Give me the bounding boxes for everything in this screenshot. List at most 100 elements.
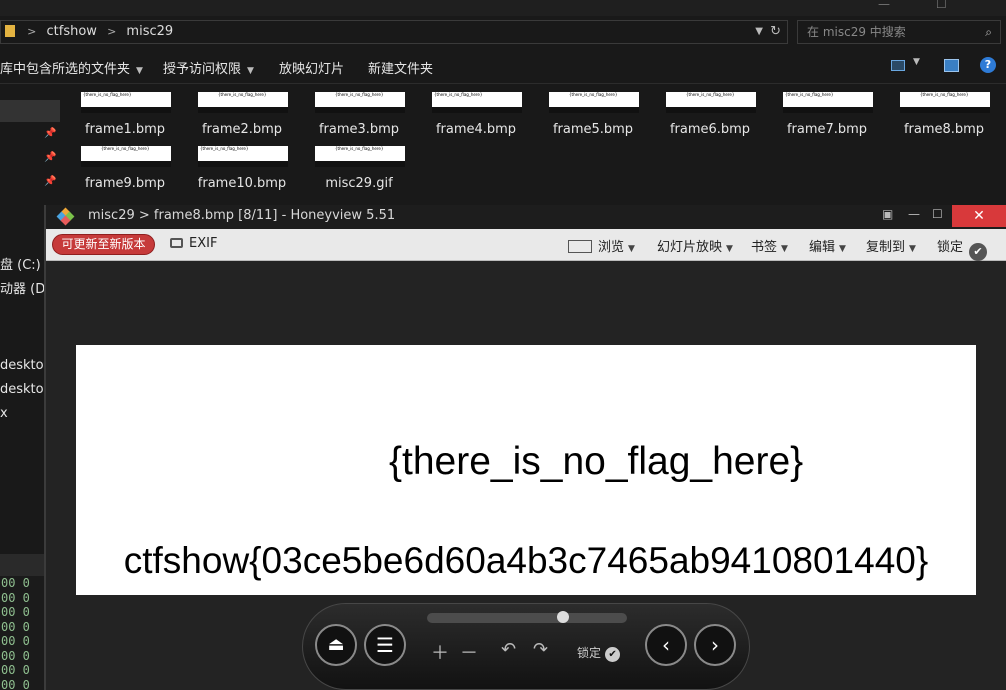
- nav-item-x[interactable]: x: [0, 406, 8, 421]
- file-item[interactable]: {there_is_no_flag_here} frame10.bmp: [177, 138, 294, 191]
- hex-line: 00 0: [1, 634, 30, 648]
- file-item[interactable]: {there_is_no_flag_here} frame1.bmp: [60, 84, 177, 137]
- rotate-left-icon[interactable]: ↶: [501, 639, 516, 660]
- file-thumbnail: {there_is_no_flag_here}: [432, 92, 522, 113]
- minimize-icon[interactable]: —: [908, 207, 920, 221]
- nav-selected-item[interactable]: [0, 100, 60, 122]
- file-thumbnail: {there_is_no_flag_here}: [315, 146, 405, 167]
- menu-button[interactable]: ☰: [364, 624, 406, 666]
- thumbnail-text: {there_is_no_flag_here}: [920, 92, 969, 97]
- slideshow-menu-label: 幻灯片放映: [657, 240, 723, 255]
- thumbnail-text: {there_is_no_flag_here}: [785, 92, 834, 97]
- chevron-down-icon[interactable]: ▼: [913, 57, 920, 67]
- zoom-in-icon[interactable]: ＋: [431, 639, 449, 665]
- file-name: frame6.bmp: [669, 122, 751, 137]
- refresh-icon[interactable]: ↻: [770, 21, 781, 43]
- chevron-down-icon: ▼: [839, 244, 846, 254]
- previous-button[interactable]: ‹: [645, 624, 687, 666]
- slideshow-button[interactable]: 放映幻灯片: [279, 58, 344, 77]
- help-icon[interactable]: ?: [980, 57, 996, 73]
- update-button[interactable]: 可更新至新版本: [52, 234, 155, 255]
- hex-line: 00 0: [1, 648, 30, 663]
- preview-pane-icon[interactable]: [944, 59, 959, 72]
- thumbnail-text: {there_is_no_flag_here}: [569, 92, 618, 97]
- breadcrumb-misc29[interactable]: misc29: [126, 21, 173, 43]
- thumbnail-text: {there_is_no_flag_here}: [218, 92, 267, 97]
- edit-label: 编辑: [809, 240, 836, 255]
- chevron-right-icon: >: [27, 25, 37, 38]
- file-item[interactable]: {there_is_no_flag_here} frame7.bmp: [762, 84, 879, 137]
- bottom-lock-label: 锁定: [577, 646, 602, 660]
- slideshow-menu[interactable]: 幻灯片放映 ▼: [657, 236, 733, 255]
- search-placeholder: 在 misc29 中搜索: [807, 25, 906, 39]
- lock-button[interactable]: 锁定 ✔: [937, 236, 988, 261]
- lock-label: 锁定: [937, 240, 964, 255]
- pin-icon[interactable]: 📌: [44, 176, 56, 187]
- file-item[interactable]: {there_is_no_flag_here} frame8.bmp: [879, 84, 996, 137]
- file-item[interactable]: {there_is_no_flag_here} frame3.bmp: [294, 84, 411, 137]
- file-item[interactable]: {there_is_no_flag_here} frame6.bmp: [645, 84, 762, 137]
- honeyview-titlebar: misc29 > frame8.bmp [8/11] - Honeyview 5…: [46, 205, 1006, 229]
- search-input[interactable]: 在 misc29 中搜索 ⌕: [797, 20, 1001, 44]
- file-name: misc29.gif: [325, 176, 393, 191]
- thumbnail-text: {there_is_no_flag_here}: [434, 92, 483, 97]
- file-item[interactable]: {there_is_no_flag_here} frame5.bmp: [528, 84, 645, 137]
- zoom-out-icon[interactable]: －: [460, 639, 478, 665]
- position-slider[interactable]: [427, 613, 627, 623]
- thumbnail-text: {there_is_no_flag_here}: [335, 146, 384, 151]
- pin-icon[interactable]: 📌: [44, 128, 56, 139]
- chevron-down-icon: ▼: [909, 244, 916, 254]
- file-name: frame5.bmp: [552, 122, 634, 137]
- file-item[interactable]: {there_is_no_flag_here} frame4.bmp: [411, 84, 528, 137]
- file-name: frame10.bmp: [197, 176, 287, 191]
- maximize-icon[interactable]: ☐: [936, 0, 947, 11]
- rotate-right-icon[interactable]: ↷: [533, 639, 548, 660]
- thumbnail-text: {there_is_no_flag_here}: [101, 146, 150, 151]
- browse-button[interactable]: 浏览 ▼: [568, 236, 635, 255]
- edit-menu[interactable]: 编辑 ▼: [809, 236, 846, 255]
- bottom-lock-button[interactable]: 锁定 ✔: [577, 644, 621, 662]
- file-thumbnail: {there_is_no_flag_here}: [315, 92, 405, 113]
- image-text-decoy: {there_is_no_flag_here}: [389, 440, 804, 483]
- hex-line: 00 0: [1, 590, 30, 605]
- maximize-icon[interactable]: ☐: [932, 207, 943, 221]
- thumbnail-text: {there_is_no_flag_here}: [83, 92, 132, 97]
- fullscreen-icon[interactable]: ▣: [882, 207, 893, 221]
- hex-line: 00 0: [1, 663, 30, 677]
- close-button[interactable]: ✕: [952, 205, 1006, 227]
- change-view-icon[interactable]: [891, 60, 905, 71]
- address-bar[interactable]: > ctfshow > misc29 ▼ ↻: [0, 20, 788, 44]
- slider-knob[interactable]: [557, 611, 569, 623]
- file-item[interactable]: {there_is_no_flag_here} frame9.bmp: [60, 138, 177, 191]
- next-button[interactable]: ›: [694, 624, 736, 666]
- file-item[interactable]: {there_is_no_flag_here} misc29.gif: [294, 138, 411, 191]
- copy-to-menu[interactable]: 复制到 ▼: [866, 236, 916, 255]
- thumbnail-text: {there_is_no_flag_here}: [200, 146, 249, 151]
- eject-button[interactable]: ⏏: [315, 624, 357, 666]
- nav-item-d-drive[interactable]: 动器 (D:: [0, 278, 50, 297]
- breadcrumb-ctfshow[interactable]: ctfshow: [47, 21, 97, 43]
- thumbnail-text: {there_is_no_flag_here}: [686, 92, 735, 97]
- honeyview-toolbar: 可更新至新版本 EXIF 浏览 ▼ 幻灯片放映 ▼ 书签 ▼ 编辑 ▼ 复制到 ▼ 锁定 ✔: [46, 229, 1006, 261]
- check-icon: ✔: [605, 647, 621, 662]
- include-in-library-button[interactable]: 库中包含所选的文件夹 ▼: [0, 58, 143, 77]
- search-icon[interactable]: ⌕: [985, 21, 992, 43]
- new-folder-button[interactable]: 新建文件夹: [368, 58, 433, 77]
- bookmark-menu[interactable]: 书签 ▼: [751, 236, 788, 255]
- bookmark-label: 书签: [751, 240, 778, 255]
- pin-icon[interactable]: 📌: [44, 152, 56, 163]
- file-thumbnail: {there_is_no_flag_here}: [549, 92, 639, 113]
- file-name: frame7.bmp: [786, 122, 868, 137]
- fit-view-icon: [568, 240, 592, 253]
- share-button[interactable]: 授予访问权限 ▼: [163, 58, 254, 77]
- file-item[interactable]: {there_is_no_flag_here} frame2.bmp: [177, 84, 294, 137]
- file-name: frame9.bmp: [84, 176, 166, 191]
- file-name: frame8.bmp: [903, 122, 985, 137]
- thumbnail-text: {there_is_no_flag_here}: [335, 92, 384, 97]
- address-row: > ctfshow > misc29 ▼ ↻ 在 misc29 中搜索 ⌕: [0, 16, 1006, 48]
- exif-button[interactable]: EXIF: [170, 236, 217, 251]
- chevron-down-icon[interactable]: ▼: [755, 21, 763, 43]
- nav-item-c-drive[interactable]: 盘 (C:): [0, 254, 41, 273]
- file-thumbnail: {there_is_no_flag_here}: [81, 146, 171, 167]
- minimize-icon[interactable]: —: [878, 0, 890, 11]
